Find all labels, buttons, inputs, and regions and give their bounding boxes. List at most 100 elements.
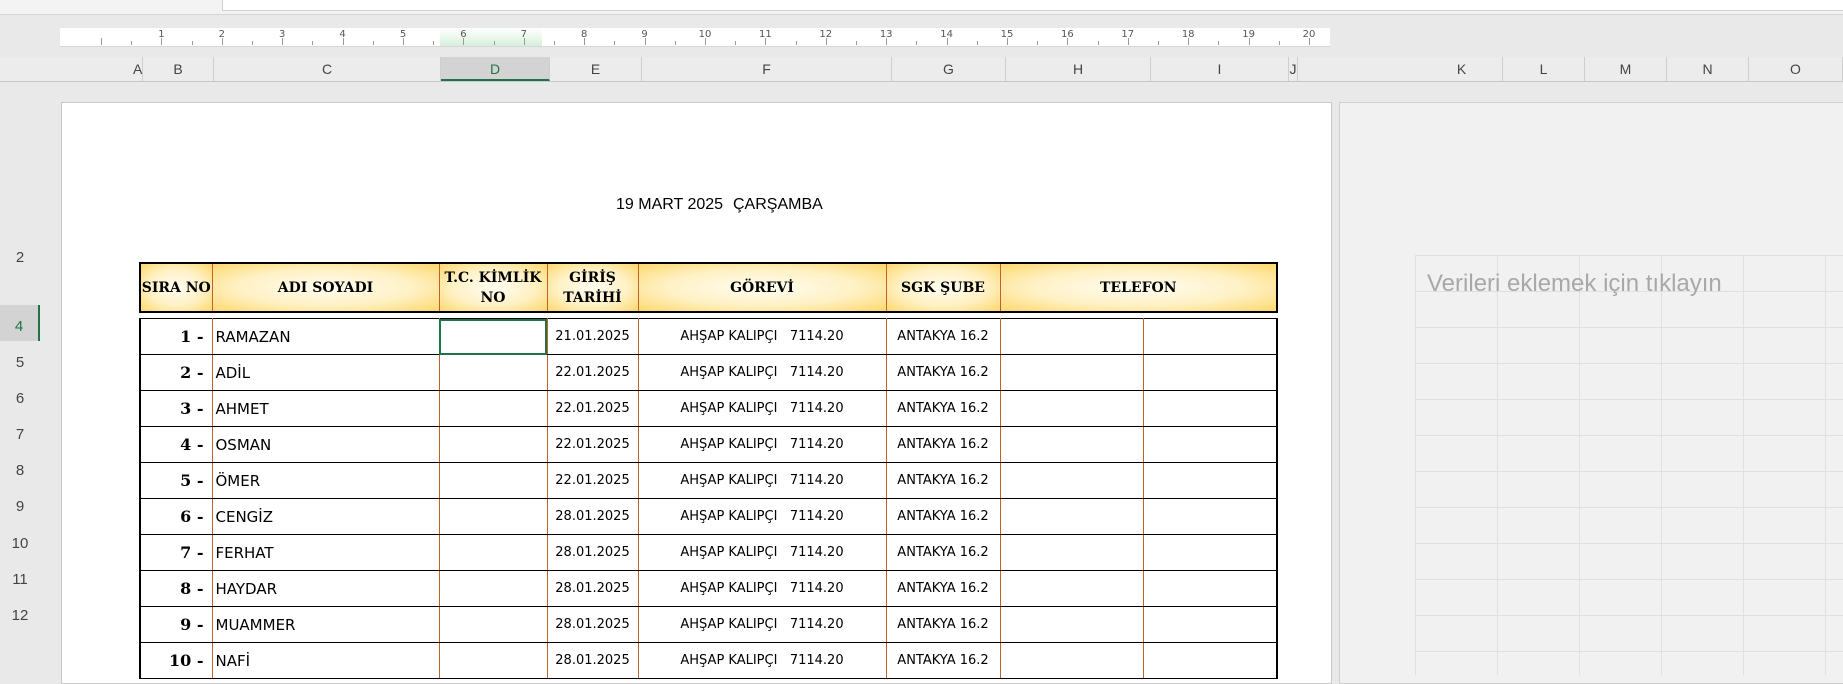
- cell-telefon[interactable]: [999, 354, 1144, 391]
- cell-sira-no[interactable]: 10 -: [139, 642, 213, 679]
- cell-telefon-2[interactable]: [1142, 462, 1278, 499]
- cell-adi-soyadi[interactable]: ADİL: [211, 354, 440, 391]
- cell-adi-soyadi[interactable]: HAYDAR: [211, 570, 440, 607]
- cell-giris-tarihi[interactable]: 22.01.2025: [546, 462, 639, 499]
- column-header-h[interactable]: H: [1006, 57, 1151, 81]
- column-header-a[interactable]: A: [133, 57, 143, 81]
- cell-giris-tarihi[interactable]: 22.01.2025: [546, 354, 639, 391]
- cell-giris-tarihi[interactable]: 28.01.2025: [546, 534, 639, 571]
- cell-telefon-2[interactable]: [1142, 642, 1278, 679]
- cell-gorevi[interactable]: AHŞAP KALIPÇI 7114.20: [637, 426, 887, 463]
- cell-adi-soyadi[interactable]: OSMAN: [211, 426, 440, 463]
- cell-adi-soyadi[interactable]: FERHAT: [211, 534, 440, 571]
- cell-adi-soyadi[interactable]: ÖMER: [211, 462, 440, 499]
- cell-telefon-2[interactable]: [1142, 426, 1278, 463]
- cell-tc-kimlik-no[interactable]: [438, 426, 548, 463]
- column-header-k[interactable]: K: [1421, 57, 1503, 81]
- cell-gorevi[interactable]: AHŞAP KALIPÇI 7114.20: [637, 642, 887, 679]
- cell-giris-tarihi[interactable]: 22.01.2025: [546, 426, 639, 463]
- cell-sgk-sube[interactable]: ANTAKYA 16.2: [885, 642, 1001, 679]
- cell-sgk-sube[interactable]: ANTAKYA 16.2: [885, 318, 1001, 355]
- cell-telefon[interactable]: [999, 606, 1144, 643]
- cell-giris-tarihi[interactable]: 21.01.2025: [546, 318, 639, 355]
- column-header-e[interactable]: E: [550, 57, 642, 81]
- column-header-l[interactable]: L: [1503, 57, 1585, 81]
- column-header-j[interactable]: J: [1289, 57, 1298, 81]
- cell-sgk-sube[interactable]: ANTAKYA 16.2: [885, 390, 1001, 427]
- cell-telefon-2[interactable]: [1142, 498, 1278, 535]
- cell-gorevi[interactable]: AHŞAP KALIPÇI 7114.20: [637, 570, 887, 607]
- cell-sgk-sube[interactable]: ANTAKYA 16.2: [885, 498, 1001, 535]
- cell-giris-tarihi[interactable]: 22.01.2025: [546, 390, 639, 427]
- cell-tc-kimlik-no[interactable]: [438, 642, 548, 679]
- cell-sira-no[interactable]: 2 -: [139, 354, 213, 391]
- cell-adi-soyadi[interactable]: NAFİ: [211, 642, 440, 679]
- cell-tc-kimlik-no[interactable]: [438, 534, 548, 571]
- cell-telefon-2[interactable]: [1142, 390, 1278, 427]
- cell-telefon[interactable]: [999, 534, 1144, 571]
- row-header-8[interactable]: 8: [0, 449, 40, 485]
- cell-telefon[interactable]: [999, 318, 1144, 355]
- header-sgk-sube[interactable]: SGK ŞUBE: [885, 262, 1001, 313]
- cell-tc-kimlik-no[interactable]: [438, 606, 548, 643]
- cell-sira-no[interactable]: 4 -: [139, 426, 213, 463]
- formula-input[interactable]: [222, 0, 1843, 11]
- cell-tc-kimlik-no[interactable]: [438, 498, 548, 535]
- cell-sgk-sube[interactable]: ANTAKYA 16.2: [885, 606, 1001, 643]
- header-gorevi[interactable]: GÖREVİ: [637, 262, 887, 313]
- cell-gorevi[interactable]: AHŞAP KALIPÇI 7114.20: [637, 534, 887, 571]
- header-giris-tarihi[interactable]: GİRİŞ TARİHİ: [546, 262, 639, 313]
- cell-telefon-2[interactable]: [1142, 354, 1278, 391]
- column-header-f[interactable]: F: [642, 57, 892, 81]
- row-header-12[interactable]: 12: [0, 594, 40, 630]
- cell-telefon[interactable]: [999, 498, 1144, 535]
- cell-gorevi[interactable]: AHŞAP KALIPÇI 7114.20: [637, 606, 887, 643]
- cell-sira-no[interactable]: 3 -: [139, 390, 213, 427]
- cell-sgk-sube[interactable]: ANTAKYA 16.2: [885, 426, 1001, 463]
- cell-tc-kimlik-no[interactable]: [438, 390, 548, 427]
- row-header-7[interactable]: 7: [0, 413, 40, 449]
- cell-telefon-2[interactable]: [1142, 534, 1278, 571]
- cell-giris-tarihi[interactable]: 28.01.2025: [546, 642, 639, 679]
- cell-sgk-sube[interactable]: ANTAKYA 16.2: [885, 354, 1001, 391]
- row-header-4[interactable]: 4: [0, 305, 40, 341]
- cell-adi-soyadi[interactable]: AHMET: [211, 390, 440, 427]
- header-telefon[interactable]: TELEFON: [999, 262, 1278, 313]
- cell-sira-no[interactable]: 5 -: [139, 462, 213, 499]
- column-header-o[interactable]: O: [1749, 57, 1843, 81]
- column-header-i[interactable]: I: [1151, 57, 1289, 81]
- cell-tc-kimlik-no[interactable]: [438, 570, 548, 607]
- cell-telefon[interactable]: [999, 642, 1144, 679]
- row-header-6[interactable]: 6: [0, 377, 40, 413]
- column-header-n[interactable]: N: [1667, 57, 1749, 81]
- cell-sira-no[interactable]: 1 -: [139, 318, 213, 355]
- column-header-g[interactable]: G: [892, 57, 1006, 81]
- cell-sira-no[interactable]: 8 -: [139, 570, 213, 607]
- header-sira-no[interactable]: SIRA NO: [139, 262, 213, 313]
- cell-sira-no[interactable]: 7 -: [139, 534, 213, 571]
- cell-gorevi[interactable]: AHŞAP KALIPÇI 7114.20: [637, 354, 887, 391]
- cell-giris-tarihi[interactable]: 28.01.2025: [546, 498, 639, 535]
- add-data-placeholder[interactable]: Verileri eklemek için tıklayın: [1427, 270, 1722, 298]
- cell-telefon[interactable]: [999, 426, 1144, 463]
- cell-telefon[interactable]: [999, 390, 1144, 427]
- cell-sgk-sube[interactable]: ANTAKYA 16.2: [885, 462, 1001, 499]
- cell-tc-kimlik-no[interactable]: [438, 354, 548, 391]
- cell-giris-tarihi[interactable]: 28.01.2025: [546, 606, 639, 643]
- cell-adi-soyadi[interactable]: RAMAZAN: [211, 318, 440, 355]
- cell-adi-soyadi[interactable]: MUAMMER: [211, 606, 440, 643]
- row-header-9[interactable]: 9: [0, 485, 40, 521]
- header-tc-kimlik-no[interactable]: T.C. KİMLİK NO: [438, 262, 548, 313]
- row-header-5[interactable]: 5: [0, 341, 40, 377]
- cell-sgk-sube[interactable]: ANTAKYA 16.2: [885, 570, 1001, 607]
- cell-gorevi[interactable]: AHŞAP KALIPÇI 7114.20: [637, 498, 887, 535]
- cell-telefon[interactable]: [999, 462, 1144, 499]
- cell-sira-no[interactable]: 6 -: [139, 498, 213, 535]
- cell-sira-no[interactable]: 9 -: [139, 606, 213, 643]
- cell-telefon-2[interactable]: [1142, 318, 1278, 355]
- cell-tc-kimlik-no[interactable]: [438, 318, 548, 355]
- column-header-m[interactable]: M: [1585, 57, 1667, 81]
- row-header-11[interactable]: 11: [0, 558, 40, 594]
- cell-adi-soyadi[interactable]: CENGİZ: [211, 498, 440, 535]
- cell-gorevi[interactable]: AHŞAP KALIPÇI 7114.20: [637, 318, 887, 355]
